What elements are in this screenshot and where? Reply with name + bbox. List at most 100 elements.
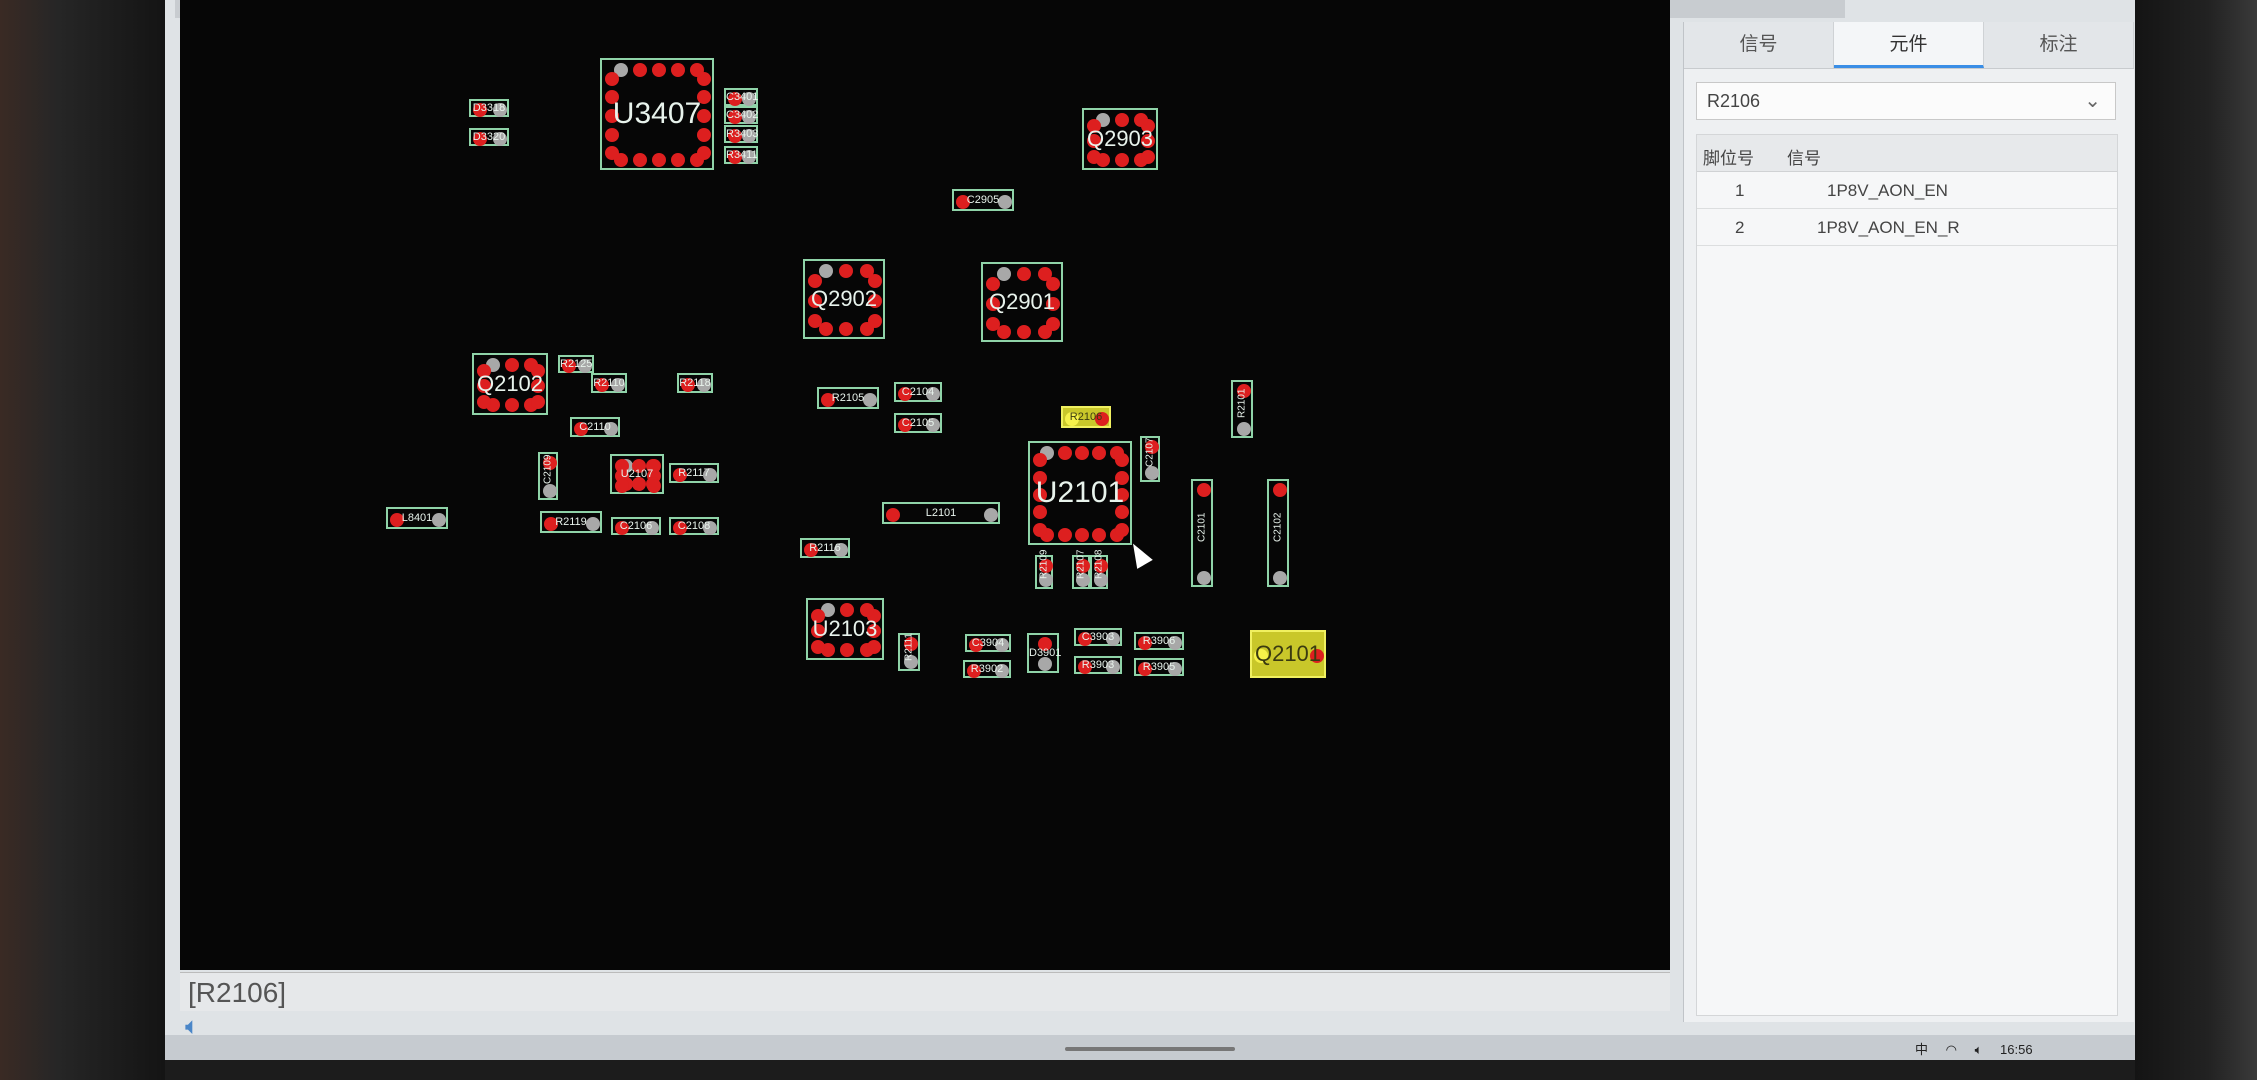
pad xyxy=(697,378,711,392)
component-c2905[interactable]: C2905 xyxy=(952,189,1014,211)
pad xyxy=(1115,522,1129,537)
pad xyxy=(1237,384,1251,398)
component-r2118[interactable]: R2118 xyxy=(677,373,713,393)
ime-indicator[interactable]: 中 xyxy=(1915,1042,1928,1057)
component-c2105[interactable]: C2105 xyxy=(894,413,942,433)
component-d3901[interactable]: D3901 xyxy=(1027,633,1061,673)
component-r2116[interactable]: R2116 xyxy=(800,538,850,558)
component-q2902[interactable]: Q2902 xyxy=(803,259,885,339)
component-r2105[interactable]: R2105 xyxy=(817,387,879,409)
component-q2101[interactable]: Q2101 xyxy=(1250,630,1326,678)
component-u2107[interactable]: U2107 xyxy=(610,454,664,494)
component-select[interactable]: R2106 ⌄ xyxy=(1696,82,2116,120)
pad xyxy=(1017,267,1031,281)
pad xyxy=(840,643,854,657)
component-c2106[interactable]: C2106 xyxy=(611,517,661,535)
volume-icon[interactable]: 🔈︎ xyxy=(1975,1042,1983,1057)
component-c3402[interactable]: C3402 xyxy=(724,106,758,124)
pad xyxy=(1075,446,1089,460)
component-q2901[interactable]: Q2901 xyxy=(981,262,1063,342)
screen: U3407 Q2903 Q2902 Q2901 Q2102 U2101 U2103 Q2101… xyxy=(165,0,2135,1060)
pad xyxy=(834,543,848,557)
component-r2110[interactable]: R2110 xyxy=(591,373,627,393)
component-c2104[interactable]: C2104 xyxy=(894,382,942,402)
pad xyxy=(1092,446,1107,460)
component-q2102[interactable]: Q2102 xyxy=(472,353,548,415)
component-r3403[interactable]: R3403 xyxy=(724,125,758,143)
component-r3905[interactable]: R3905 xyxy=(1134,658,1184,676)
tab-signal[interactable]: 信号 xyxy=(1684,22,1834,68)
component-r2106[interactable]: R2106 xyxy=(1061,406,1111,428)
component-r2108[interactable]: R2108 xyxy=(1090,550,1108,589)
pad xyxy=(811,639,825,654)
table-row[interactable]: 1 1P8V_AON_EN xyxy=(1697,172,2117,209)
pad xyxy=(926,418,940,432)
component-u2101[interactable]: U2101 xyxy=(1028,441,1132,545)
tab-annotation[interactable]: 标注 xyxy=(1984,22,2134,68)
component-c2110[interactable]: C2110 xyxy=(570,417,620,437)
pad xyxy=(1273,571,1287,585)
pad xyxy=(956,195,970,209)
component-r2101[interactable]: R2101 xyxy=(1231,380,1253,438)
pin-table-header: 脚位号 信号 xyxy=(1697,135,2117,172)
component-u3407[interactable]: U3407 xyxy=(600,58,714,170)
pad xyxy=(505,398,519,412)
component-r2125[interactable]: R2125 xyxy=(558,355,594,373)
pad xyxy=(432,513,446,527)
tab-component[interactable]: 元件 xyxy=(1834,22,1984,68)
pad xyxy=(886,508,900,522)
component-r2111[interactable]: R2111 xyxy=(898,633,920,671)
component-u2103[interactable]: U2103 xyxy=(806,598,884,660)
component-r2107[interactable]: R2107 xyxy=(1072,550,1090,589)
table-row[interactable]: 2 1P8V_AON_EN_R xyxy=(1697,209,2117,246)
component-l2101[interactable]: L2101 xyxy=(882,502,1000,524)
pcb-canvas[interactable]: U3407 Q2903 Q2902 Q2901 Q2102 U2101 U2103 Q2101… xyxy=(180,0,1670,970)
pad xyxy=(1094,559,1108,573)
component-c2109[interactable]: C2109 xyxy=(538,452,558,500)
component-r2119[interactable]: R2119 xyxy=(540,511,602,533)
pad xyxy=(1115,505,1129,520)
pad xyxy=(811,608,825,623)
pad xyxy=(477,394,491,409)
pad xyxy=(1115,488,1129,502)
component-c2102[interactable]: C2102 xyxy=(1267,479,1289,587)
pad xyxy=(703,521,717,535)
pad xyxy=(1115,470,1129,485)
pad xyxy=(632,459,646,473)
component-r3411[interactable]: R3411 xyxy=(724,146,758,164)
pad xyxy=(671,153,685,167)
component-r3903[interactable]: R3903 xyxy=(1074,656,1122,674)
pad xyxy=(808,314,822,328)
component-c3401[interactable]: C3401 xyxy=(724,88,758,106)
wifi-icon[interactable]: ◠ xyxy=(1946,1042,1957,1057)
component-c2108[interactable]: C2108 xyxy=(669,517,719,535)
pad xyxy=(697,127,711,142)
pad xyxy=(611,378,625,392)
pad xyxy=(1017,325,1031,339)
pad xyxy=(1197,571,1211,585)
pad xyxy=(673,521,687,535)
pad xyxy=(995,638,1009,652)
pad xyxy=(531,394,545,409)
component-r2117[interactable]: R2117 xyxy=(669,463,719,483)
component-r2109[interactable]: R2109 xyxy=(1035,550,1053,589)
component-c2107[interactable]: C2107 xyxy=(1140,436,1160,482)
component-c3904[interactable]: C3904 xyxy=(965,634,1011,652)
pad xyxy=(926,387,940,401)
component-d3318[interactable]: D3318 xyxy=(469,99,509,117)
component-d3320[interactable]: D3320 xyxy=(469,128,509,146)
component-c3903[interactable]: C3903 xyxy=(1074,628,1122,646)
component-c2101[interactable]: C2101 xyxy=(1191,479,1213,587)
pad xyxy=(605,90,619,105)
pad xyxy=(697,90,711,105)
component-l8401[interactable]: L8401 xyxy=(386,507,448,529)
pad xyxy=(524,358,538,372)
pad xyxy=(995,664,1009,678)
pad xyxy=(1254,649,1268,663)
status-bar: [R2106] xyxy=(180,972,1670,1011)
pad xyxy=(904,637,918,651)
component-r3902[interactable]: R3902 xyxy=(963,660,1011,678)
component-r3906[interactable]: R3906 xyxy=(1134,632,1184,650)
pad xyxy=(904,655,918,669)
component-q2903[interactable]: Q2903 xyxy=(1082,108,1158,170)
